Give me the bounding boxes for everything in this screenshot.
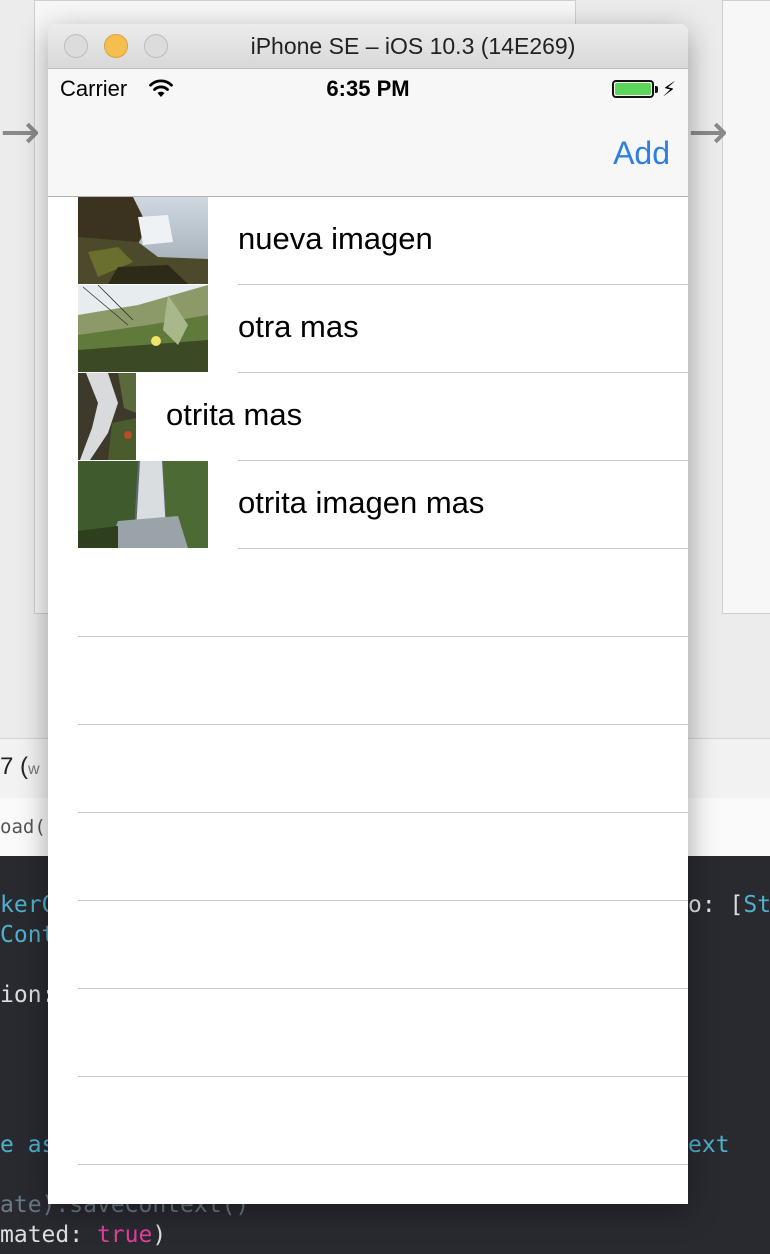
table-row[interactable]: otra mas	[48, 285, 688, 373]
empty-row-separator	[78, 724, 688, 725]
status-time: 6:35 PM	[326, 76, 410, 101]
segue-arrow-icon: →	[688, 104, 729, 160]
empty-row-separator	[78, 812, 688, 813]
image-table[interactable]: nueva imagen otra mas otrita mas otrita …	[48, 197, 688, 1204]
empty-row-separator	[78, 636, 688, 637]
battery-level	[615, 83, 651, 95]
charging-bolt-icon: ⚡	[662, 77, 677, 101]
close-button[interactable]	[64, 34, 88, 58]
window-title: iPhone SE – iOS 10.3 (14E269)	[250, 33, 576, 59]
navigation-bar: Add	[48, 109, 688, 197]
tall-waterfall-thumbnail	[78, 461, 208, 548]
status-bar: Carrier 6:35 PM ⚡	[48, 69, 688, 109]
simulator-window: iPhone SE – iOS 10.3 (14E269) Carrier 6:…	[48, 24, 688, 1204]
table-row[interactable]: otrita imagen mas	[48, 461, 688, 549]
row-title: otrita imagen mas	[238, 485, 485, 520]
row-title: otra mas	[238, 309, 359, 344]
stream-waterfall-thumbnail	[78, 373, 136, 460]
row-title: nueva imagen	[238, 221, 433, 256]
window-titlebar[interactable]: iPhone SE – iOS 10.3 (14E269)	[48, 24, 688, 69]
row-separator	[238, 548, 688, 549]
row-title: otrita mas	[166, 397, 303, 432]
carrier-label: Carrier	[60, 76, 128, 101]
empty-row-separator	[78, 988, 688, 989]
minimize-button[interactable]	[104, 34, 128, 58]
empty-row-separator	[78, 900, 688, 901]
waterfall-cliff-thumbnail	[78, 197, 208, 284]
code-token: )	[152, 1222, 167, 1248]
segue-arrow-icon: →	[0, 104, 41, 160]
battery-icon	[612, 80, 654, 98]
empty-row-separator	[78, 1164, 688, 1165]
empty-row-separator	[78, 1076, 688, 1077]
editor-info-text: 7 (	[0, 753, 29, 780]
code-token: mated:	[0, 1222, 97, 1248]
editor-info-small: w	[28, 761, 40, 778]
code-line-right: o: [St	[688, 892, 770, 918]
hillside-flower-thumbnail	[78, 285, 208, 372]
code-line: mated: true)	[0, 1222, 166, 1248]
code-keyword: true	[96, 1222, 153, 1248]
battery-tip	[655, 86, 658, 93]
table-row[interactable]: nueva imagen	[48, 197, 688, 285]
storyboard-scene-right	[722, 0, 770, 614]
add-button[interactable]: Add	[613, 133, 670, 173]
code-line-right: ext	[688, 1132, 730, 1158]
zoom-button[interactable]	[144, 34, 168, 58]
table-row[interactable]: otrita mas	[48, 373, 688, 461]
wifi-icon	[149, 79, 173, 97]
